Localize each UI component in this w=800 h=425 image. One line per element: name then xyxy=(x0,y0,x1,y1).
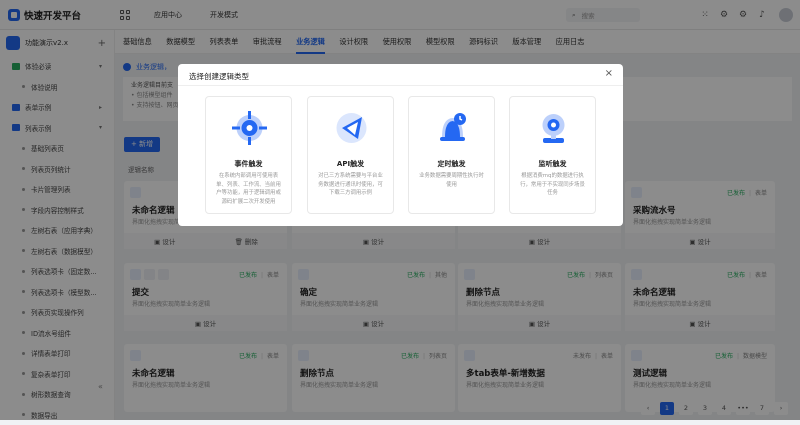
logic-type-option[interactable]: API触发对已三方系统需要与平台业务数据进行通讯时使用，可下载三方调用示例 xyxy=(307,96,394,214)
option-desc: 在系统内部调用可使用表单、列表、工作流、当前用户等功能，用于逻辑调用或源码扩展二… xyxy=(215,172,282,206)
option-name: 监听触发 xyxy=(510,159,595,169)
option-desc: 根据消费mq的数据进行执行，常用于不实现同步场景任务 xyxy=(519,172,586,198)
logic-type-option[interactable]: 定时触发业务数据需要周期性执行时使用 xyxy=(408,96,495,214)
option-desc: 对已三方系统需要与平台业务数据进行通讯时使用，可下载三方调用示例 xyxy=(317,172,384,198)
close-icon[interactable]: × xyxy=(605,68,613,79)
webcam-icon xyxy=(535,109,572,147)
option-name: 事件触发 xyxy=(206,159,291,169)
modal-title: 选择创建逻辑类型 xyxy=(189,71,249,82)
send-icon xyxy=(333,109,370,147)
logic-type-option[interactable]: 事件触发在系统内部调用可使用表单、列表、工作流、当前用户等功能，用于逻辑调用或源… xyxy=(205,96,292,214)
alarm-bell-icon xyxy=(434,109,471,147)
create-logic-modal: 选择创建逻辑类型 × 事件触发在系统内部调用可使用表单、列表、工作流、当前用户等… xyxy=(178,64,623,226)
option-desc: 业务数据需要周期性执行时使用 xyxy=(418,172,485,189)
logic-type-option[interactable]: 监听触发根据消费mq的数据进行执行，常用于不实现同步场景任务 xyxy=(509,96,596,214)
option-name: 定时触发 xyxy=(409,159,494,169)
option-name: API触发 xyxy=(308,159,393,169)
target-icon xyxy=(231,109,268,147)
divider xyxy=(178,85,623,86)
